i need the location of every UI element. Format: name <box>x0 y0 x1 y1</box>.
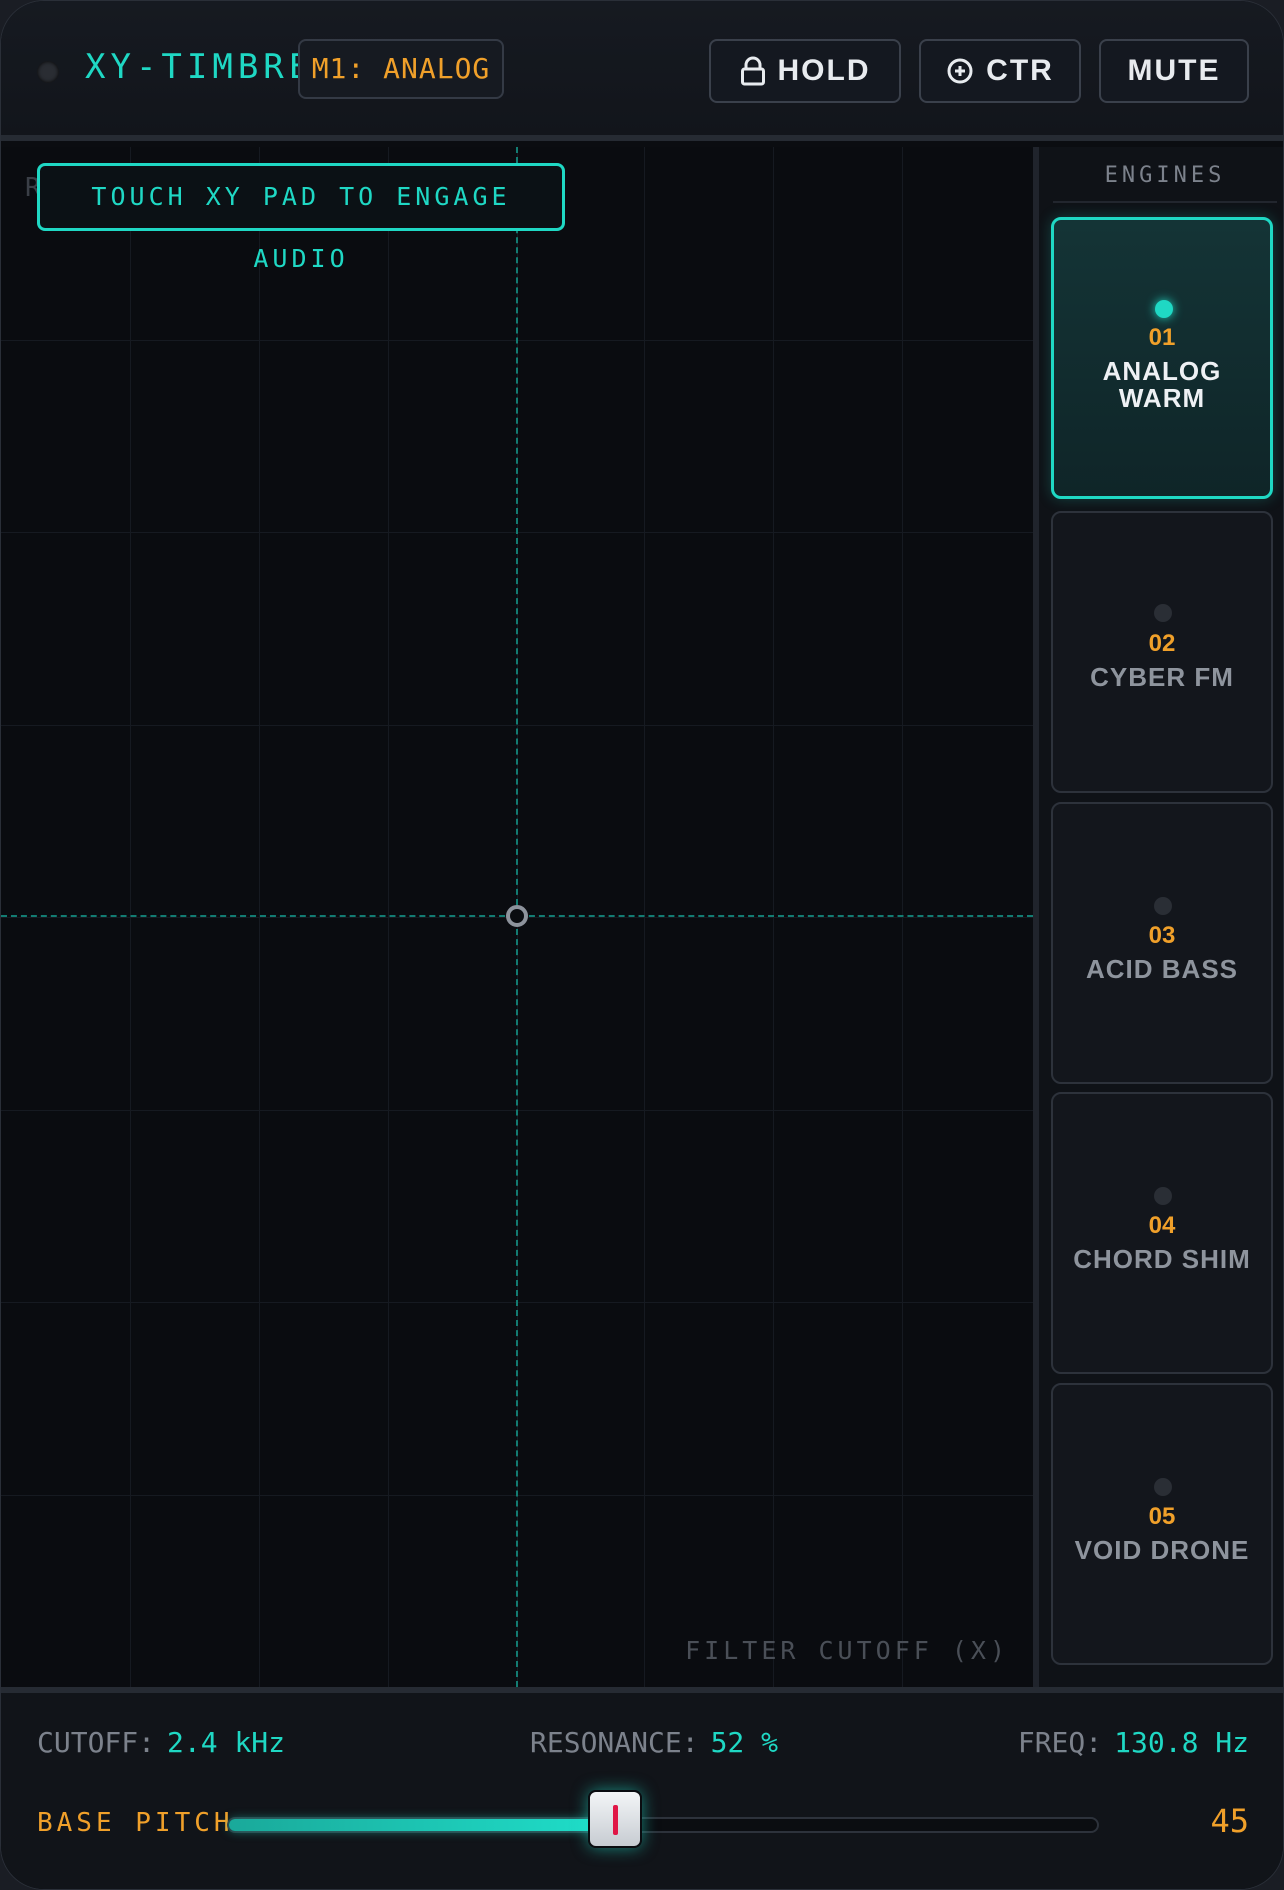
grid-line-vertical <box>388 147 389 1687</box>
synth-app: XY-TIMBRE M1: ANALOG HOLD CTR MUTE R TOU… <box>0 0 1284 1890</box>
cutoff-value: 2.4 kHz <box>167 1726 286 1759</box>
grid-line-vertical <box>644 147 645 1687</box>
engines-title: ENGINES <box>1053 161 1277 203</box>
engine-number: 02 <box>1148 630 1176 657</box>
engine-card-void-drone[interactable]: 05 VOID DRONE <box>1051 1383 1273 1665</box>
ctr-label: CTR <box>986 54 1054 87</box>
engine-card-cyber-fm[interactable]: 02 CYBER FM <box>1051 511 1273 793</box>
grid-line-vertical <box>902 147 903 1687</box>
engine-card-acid-bass[interactable]: 03 ACID BASS <box>1051 802 1273 1084</box>
mode-badge[interactable]: M1: ANALOG <box>298 39 504 99</box>
resonance-value: 52 % <box>710 1726 779 1759</box>
app-title: XY-TIMBRE <box>85 47 315 87</box>
engine-name: CYBER FM <box>1090 662 1234 692</box>
cutoff-readout: CUTOFF: 2.4 kHz <box>37 1723 285 1763</box>
status-led <box>37 61 59 83</box>
mute-button[interactable]: MUTE <box>1099 39 1249 103</box>
engine-name: VOID DRONE <box>1074 1535 1250 1565</box>
bottom-controls: CUTOFF: 2.4 kHz RESONANCE: 52 % FREQ: 130.8… <box>1 1687 1283 1889</box>
engine-led <box>1154 1478 1172 1496</box>
engine-name: ACID BASS <box>1085 954 1238 984</box>
xy-cursor[interactable] <box>506 905 528 927</box>
engine-number: 03 <box>1148 922 1176 949</box>
freq-readout: FREQ: 130.8 Hz <box>1018 1723 1249 1763</box>
touch-hint-banner: TOUCH XY PAD TO ENGAGE AUDIO <box>37 163 565 273</box>
engine-name: CHORD SHIM <box>1073 1244 1251 1274</box>
hold-button[interactable]: HOLD <box>709 39 901 103</box>
crosshair-plus-icon <box>946 57 974 85</box>
engine-name: ANALOG WARM <box>1102 356 1222 413</box>
center-button[interactable]: CTR <box>919 39 1081 103</box>
slider-fill <box>229 1819 617 1831</box>
engine-number: 04 <box>1148 1212 1176 1239</box>
grid-line-vertical <box>259 147 260 1687</box>
engine-led <box>1155 300 1173 318</box>
base-pitch-value: 45 <box>1210 1802 1249 1840</box>
lock-icon <box>740 56 766 86</box>
engine-card-chord-shim[interactable]: 04 CHORD SHIM <box>1051 1092 1273 1374</box>
base-pitch-slider[interactable] <box>227 1790 1099 1848</box>
grid-line-vertical <box>773 147 774 1687</box>
hold-label: HOLD <box>777 54 871 87</box>
top-bar: XY-TIMBRE M1: ANALOG HOLD CTR MUTE <box>1 1 1283 141</box>
engine-led <box>1154 604 1172 622</box>
engine-led <box>1154 1187 1172 1205</box>
freq-label: FREQ: <box>1017 1726 1103 1759</box>
engine-led <box>1154 897 1172 915</box>
resonance-label: RESONANCE: <box>530 1726 699 1759</box>
mute-label: MUTE <box>1127 54 1221 87</box>
base-pitch-label: BASE PITCH <box>37 1808 234 1838</box>
engine-number: 01 <box>1148 324 1176 351</box>
engines-panel: ENGINES 01 ANALOG WARM 02 CYBER FM 03 AC… <box>1039 147 1283 1687</box>
resonance-readout: RESONANCE: 52 % <box>530 1723 778 1763</box>
grid-line-vertical <box>130 147 131 1687</box>
cutoff-label: CUTOFF: <box>37 1726 156 1759</box>
xy-pad[interactable]: R TOUCH XY PAD TO ENGAGE AUDIO FILTER CU… <box>1 147 1033 1687</box>
freq-value: 130.8 Hz <box>1114 1726 1249 1759</box>
x-axis-label: FILTER CUTOFF (X) <box>685 1636 1009 1665</box>
engine-number: 05 <box>1148 1503 1176 1530</box>
engine-card-analog-warm[interactable]: 01 ANALOG WARM <box>1051 217 1273 499</box>
slider-thumb[interactable] <box>588 1790 642 1848</box>
thumb-grip <box>613 1805 618 1835</box>
